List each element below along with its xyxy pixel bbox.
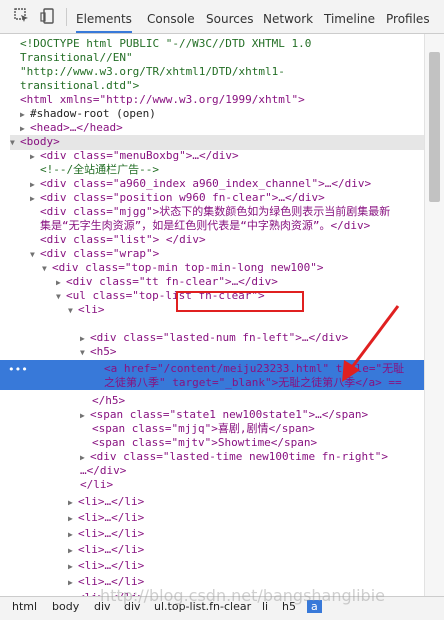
doctype-line-3: "http://www.w3.org/TR/xhtml1/DTD/xhtml1- bbox=[20, 65, 285, 78]
red-arrow-annotation bbox=[342, 305, 400, 382]
expand-arrow-icon[interactable]: ▶ bbox=[56, 276, 66, 290]
doctype-line-2: Transitional//EN" bbox=[20, 51, 133, 64]
a960-div-tag: <div class="a960_index a960_index_channe… bbox=[40, 177, 372, 190]
state1-span-tag: <span class="state1 new100state1">…</spa… bbox=[90, 408, 369, 421]
collapse-arrow-icon[interactable]: ▼ bbox=[30, 248, 40, 262]
menu-div-node[interactable]: ▶ <div class="menuBoxbg">…</div> bbox=[30, 149, 239, 164]
expand-arrow-icon[interactable]: ▶ bbox=[30, 192, 40, 206]
html-open-tag[interactable]: <html xmlns="http://www.w3.org/1999/xhtm… bbox=[20, 93, 305, 107]
inspect-icon[interactable] bbox=[14, 8, 30, 24]
position-div-tag: <div class="position w960 fn-clear">…</d… bbox=[40, 191, 325, 204]
h5-open-tag: <h5> bbox=[90, 345, 117, 358]
li-collapsed-tag: <li>…</li> bbox=[78, 543, 145, 556]
li-collapsed-tag: <li>…</li> bbox=[78, 527, 145, 540]
h5-close-tag[interactable]: </h5> bbox=[92, 394, 125, 408]
toolbar-separator bbox=[66, 8, 67, 26]
wrap-div-node[interactable]: ▼ <div class="wrap"> bbox=[30, 247, 159, 262]
expand-arrow-icon[interactable]: ▶ bbox=[68, 528, 78, 542]
tab-sources[interactable]: Sources bbox=[206, 0, 253, 33]
collapse-arrow-icon[interactable]: ▼ bbox=[68, 304, 78, 318]
collapse-arrow-icon[interactable]: ▼ bbox=[56, 290, 66, 304]
tt-div-node[interactable]: ▶ <div class="tt fn-clear">…</div> bbox=[56, 275, 278, 290]
li-collapsed-1[interactable]: ▶ <li>…</li> bbox=[68, 495, 144, 510]
state1-span-node[interactable]: ▶ <span class="state1 new100state1">…</sp… bbox=[80, 408, 368, 423]
expand-arrow-icon[interactable]: ▶ bbox=[30, 150, 40, 164]
li-collapsed-4[interactable]: ▶ <li>…</li> bbox=[68, 543, 144, 558]
collapse-arrow-icon[interactable]: ▼ bbox=[80, 346, 90, 360]
lasted-num-tag: <div class="lasted-num fn-left">…</div> bbox=[90, 331, 349, 344]
mjgg-line-2[interactable]: 集是“无字生肉资源”，如是红色则代表是“中字熟肉资源”。</div> bbox=[40, 219, 370, 233]
lasted-time-node[interactable]: ▶ <div class="lasted-time new100time fn-r… bbox=[80, 450, 388, 465]
li-collapsed-3[interactable]: ▶ <li>…</li> bbox=[68, 527, 144, 542]
li-collapsed-tag: <li>…</li> bbox=[78, 511, 145, 524]
tab-network[interactable]: Network bbox=[263, 0, 313, 33]
device-icon[interactable] bbox=[40, 8, 56, 24]
li-close-tag[interactable]: </li> bbox=[80, 478, 113, 492]
expand-arrow-icon[interactable]: ▶ bbox=[68, 512, 78, 526]
topmin-div-tag: <div class="top-min top-min-long new100"… bbox=[52, 261, 324, 274]
h5-node[interactable]: ▼ <h5> bbox=[80, 345, 117, 360]
body-tag: <body> bbox=[20, 135, 60, 148]
mjgg-line-1[interactable]: <div class="mjgg">状态下的集数颜色如为绿色则表示当前剧集最新 bbox=[40, 205, 390, 219]
mjtv-span[interactable]: <span class="mjtv">Showtime</span> bbox=[92, 436, 317, 450]
li-collapsed-tag: <li>…</li> bbox=[78, 559, 145, 572]
expand-arrow-icon[interactable]: ▶ bbox=[80, 409, 90, 423]
devtools-toolbar: Elements Console Sources Network Timelin… bbox=[0, 0, 444, 34]
ad-comment: <!--/全站通栏广告--> bbox=[40, 163, 159, 176]
tt-div-tag: <div class="tt fn-clear">…</div> bbox=[66, 275, 278, 288]
list-div-node[interactable]: <div class="list"> </div> bbox=[40, 233, 206, 247]
topmin-div-node[interactable]: ▼ <div class="top-min top-min-long new100… bbox=[42, 261, 324, 276]
expand-arrow-icon[interactable]: ▶ bbox=[68, 560, 78, 574]
body-node[interactable]: ▼ <body> bbox=[10, 135, 424, 150]
collapse-arrow-icon[interactable]: ▼ bbox=[10, 136, 20, 150]
crumb-body[interactable]: body bbox=[52, 600, 79, 613]
lasted-num-node[interactable]: ▶ <div class="lasted-num fn-left">…</div> bbox=[80, 331, 348, 346]
doctype-line-4: transitional.dtd"> bbox=[20, 79, 140, 92]
lasted-time-close: …</div> bbox=[80, 464, 127, 477]
position-div-node[interactable]: ▶ <div class="position w960 fn-clear">…</… bbox=[30, 191, 325, 206]
expand-arrow-icon[interactable]: ▶ bbox=[20, 108, 30, 122]
wrap-div-tag: <div class="wrap"> bbox=[40, 247, 160, 260]
scrollbar-thumb[interactable] bbox=[429, 52, 440, 202]
highlight-box-annotation bbox=[176, 291, 304, 312]
li-node[interactable]: ▼ <li> bbox=[68, 303, 105, 318]
a960-div-node[interactable]: ▶ <div class="a960_index a960_index_chann… bbox=[30, 177, 371, 192]
expand-arrow-icon[interactable]: ▶ bbox=[80, 451, 90, 465]
tab-profiles[interactable]: Profiles bbox=[386, 0, 430, 33]
expand-arrow-icon[interactable]: ▶ bbox=[68, 496, 78, 510]
menu-div-tag: <div class="menuBoxbg">…</div> bbox=[40, 149, 239, 162]
shadow-root-label: #shadow-root (open) bbox=[30, 107, 156, 120]
vertical-scrollbar[interactable] bbox=[424, 34, 444, 596]
doctype-line-1: <!DOCTYPE html PUBLIC "-//W3C//DTD XHTML… bbox=[20, 37, 312, 50]
li-collapsed-2[interactable]: ▶ <li>…</li> bbox=[68, 511, 144, 526]
li-open-tag: <li> bbox=[78, 303, 105, 316]
lasted-time-tag: <div class="lasted-time new100time fn-ri… bbox=[90, 450, 389, 463]
watermark: http://blog.csdn.net/bangshanglibie bbox=[100, 586, 385, 605]
expand-arrow-icon[interactable]: ▶ bbox=[80, 332, 90, 346]
li-collapsed-5[interactable]: ▶ <li>…</li> bbox=[68, 559, 144, 574]
head-tag: <head>…</head> bbox=[30, 121, 123, 134]
tab-timeline[interactable]: Timeline bbox=[324, 0, 375, 33]
shadow-root-node[interactable]: ▶ #shadow-root (open) bbox=[20, 107, 156, 122]
collapse-arrow-icon[interactable]: ▼ bbox=[42, 262, 52, 276]
li-collapsed-tag: <li>…</li> bbox=[78, 495, 145, 508]
more-options-icon[interactable]: ••• bbox=[8, 363, 28, 376]
expand-arrow-icon[interactable]: ▶ bbox=[20, 122, 30, 136]
crumb-html[interactable]: html bbox=[12, 600, 37, 613]
tab-elements[interactable]: Elements bbox=[76, 0, 132, 33]
expand-arrow-icon[interactable]: ▶ bbox=[68, 544, 78, 558]
head-node[interactable]: ▶ <head>…</head> bbox=[20, 121, 123, 136]
mjjq-span[interactable]: <span class="mjjq">喜剧,剧情</span> bbox=[92, 422, 315, 436]
expand-arrow-icon[interactable]: ▶ bbox=[30, 178, 40, 192]
expand-arrow-icon[interactable]: ▶ bbox=[68, 576, 78, 590]
tab-console[interactable]: Console bbox=[147, 0, 195, 33]
